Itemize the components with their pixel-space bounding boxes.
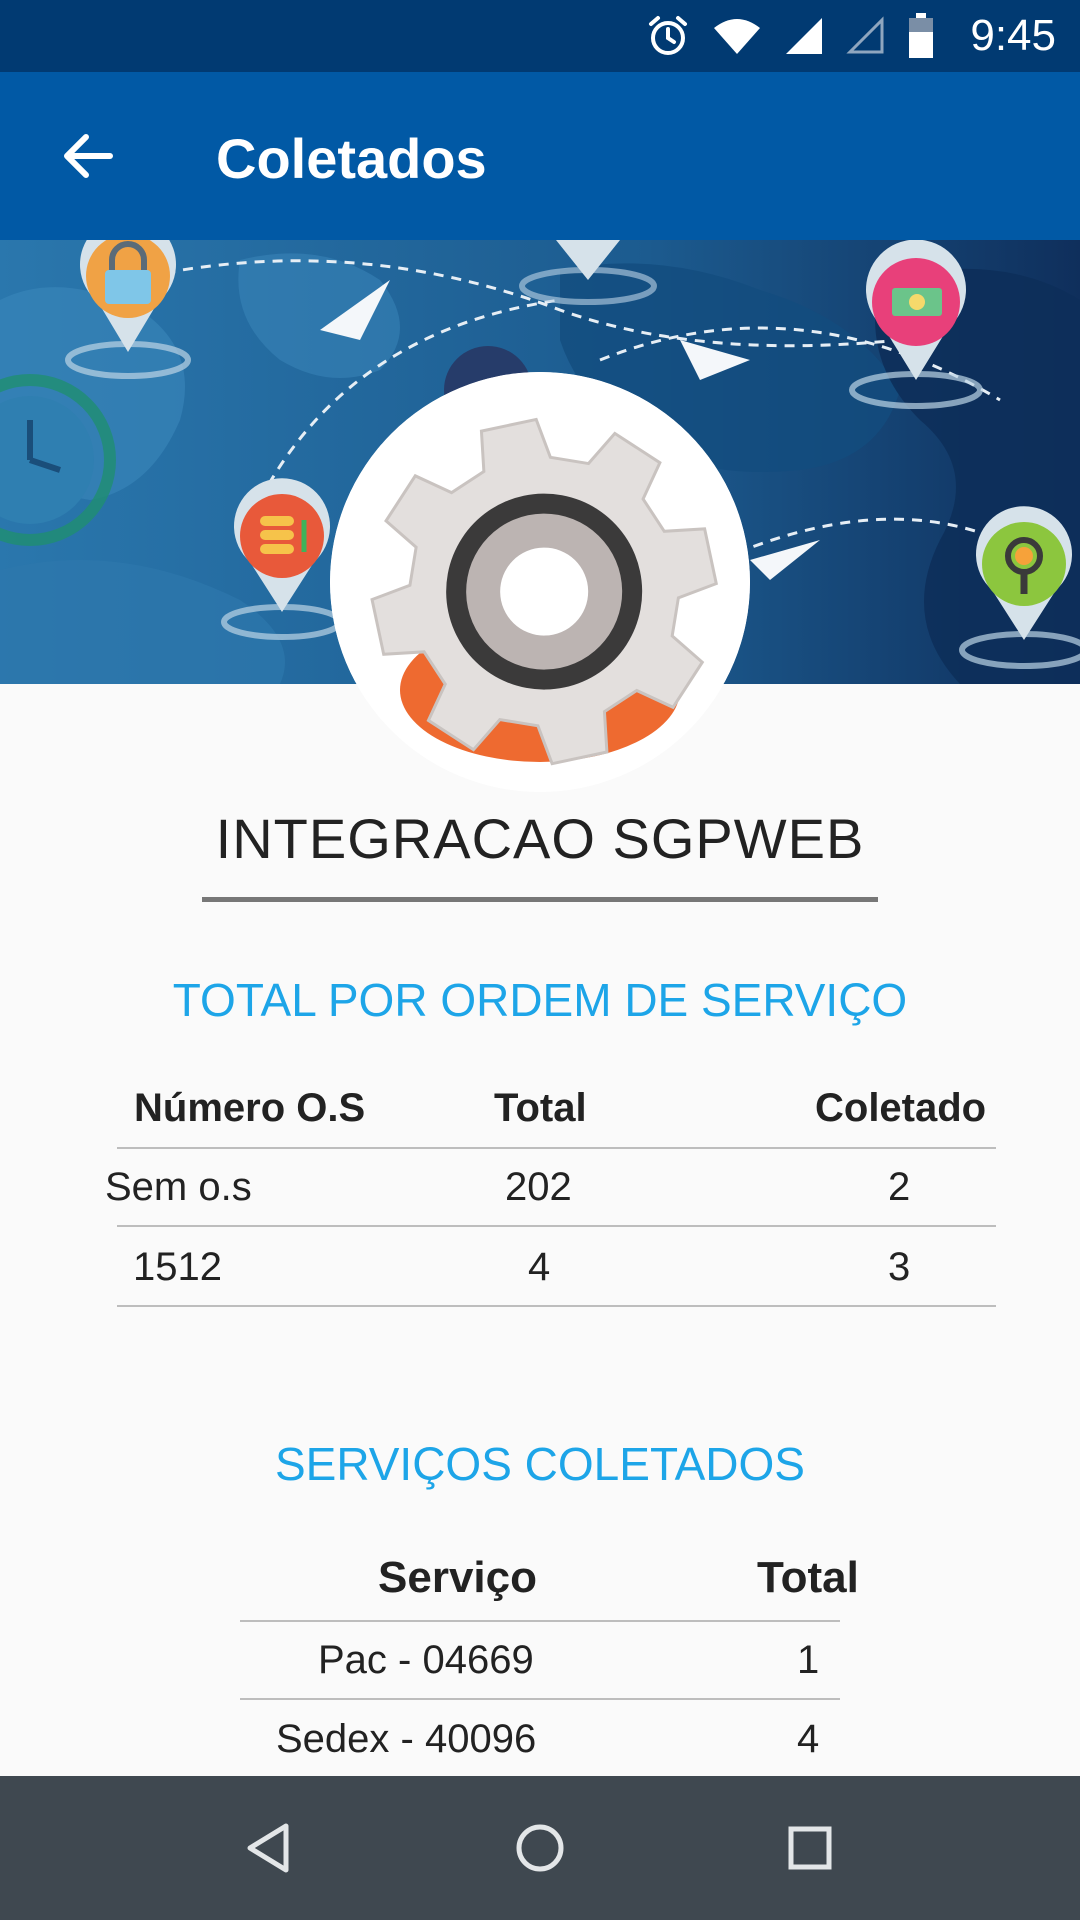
signal-icon [786, 18, 823, 54]
alarm-icon [649, 16, 688, 55]
services-section-title: SERVIÇOS COLETADOS [275, 1438, 805, 1490]
table-divider [117, 1225, 996, 1227]
battery-icon [909, 13, 934, 58]
status-bar: 9:45 [0, 0, 1080, 72]
recents-square-icon[interactable] [774, 1812, 846, 1884]
os-row-1-total: 202 [505, 1165, 572, 1209]
home-circle-icon[interactable] [504, 1812, 576, 1884]
service-row-2-total: 4 [797, 1717, 820, 1761]
system-nav-bar [0, 1776, 1080, 1920]
os-row-1-number: Sem o.s [105, 1165, 252, 1209]
gear-icon [330, 372, 750, 792]
app-bar: Coletados [0, 72, 1080, 240]
service-row-1-name: Pac - 04669 [318, 1638, 534, 1682]
table-divider [117, 1305, 996, 1307]
services-header-service: Serviço [378, 1553, 537, 1602]
arrow-left-icon[interactable] [56, 124, 120, 188]
wifi-icon [714, 19, 761, 54]
os-row-2-collected: 3 [888, 1245, 911, 1289]
service-row-2-name: Sedex - 40096 [276, 1717, 537, 1761]
table-divider [240, 1620, 840, 1622]
status-icons: 9:45 [646, 0, 1056, 72]
company-underline [202, 897, 878, 902]
table-divider [240, 1698, 840, 1700]
services-header-total: Total [757, 1553, 859, 1602]
os-row-1-collected: 2 [888, 1165, 911, 1209]
back-triangle-icon[interactable] [234, 1812, 306, 1884]
service-row-1-total: 1 [797, 1638, 820, 1682]
os-header-total: Total [494, 1086, 587, 1130]
os-header-collected: Coletado [815, 1086, 987, 1130]
table-divider [117, 1147, 996, 1149]
os-header-number: Número O.S [134, 1086, 366, 1130]
page-title: Coletados [216, 127, 487, 190]
os-section-title: TOTAL POR ORDEM DE SERVIÇO [172, 974, 908, 1026]
os-row-2-number: 1512 [133, 1245, 222, 1289]
company-name: INTEGRACAO SGPWEB [215, 807, 865, 870]
status-time: 9:45 [970, 11, 1056, 60]
profile-avatar [330, 372, 750, 792]
os-row-2-total: 4 [528, 1245, 551, 1289]
signal-empty-icon [846, 16, 884, 54]
